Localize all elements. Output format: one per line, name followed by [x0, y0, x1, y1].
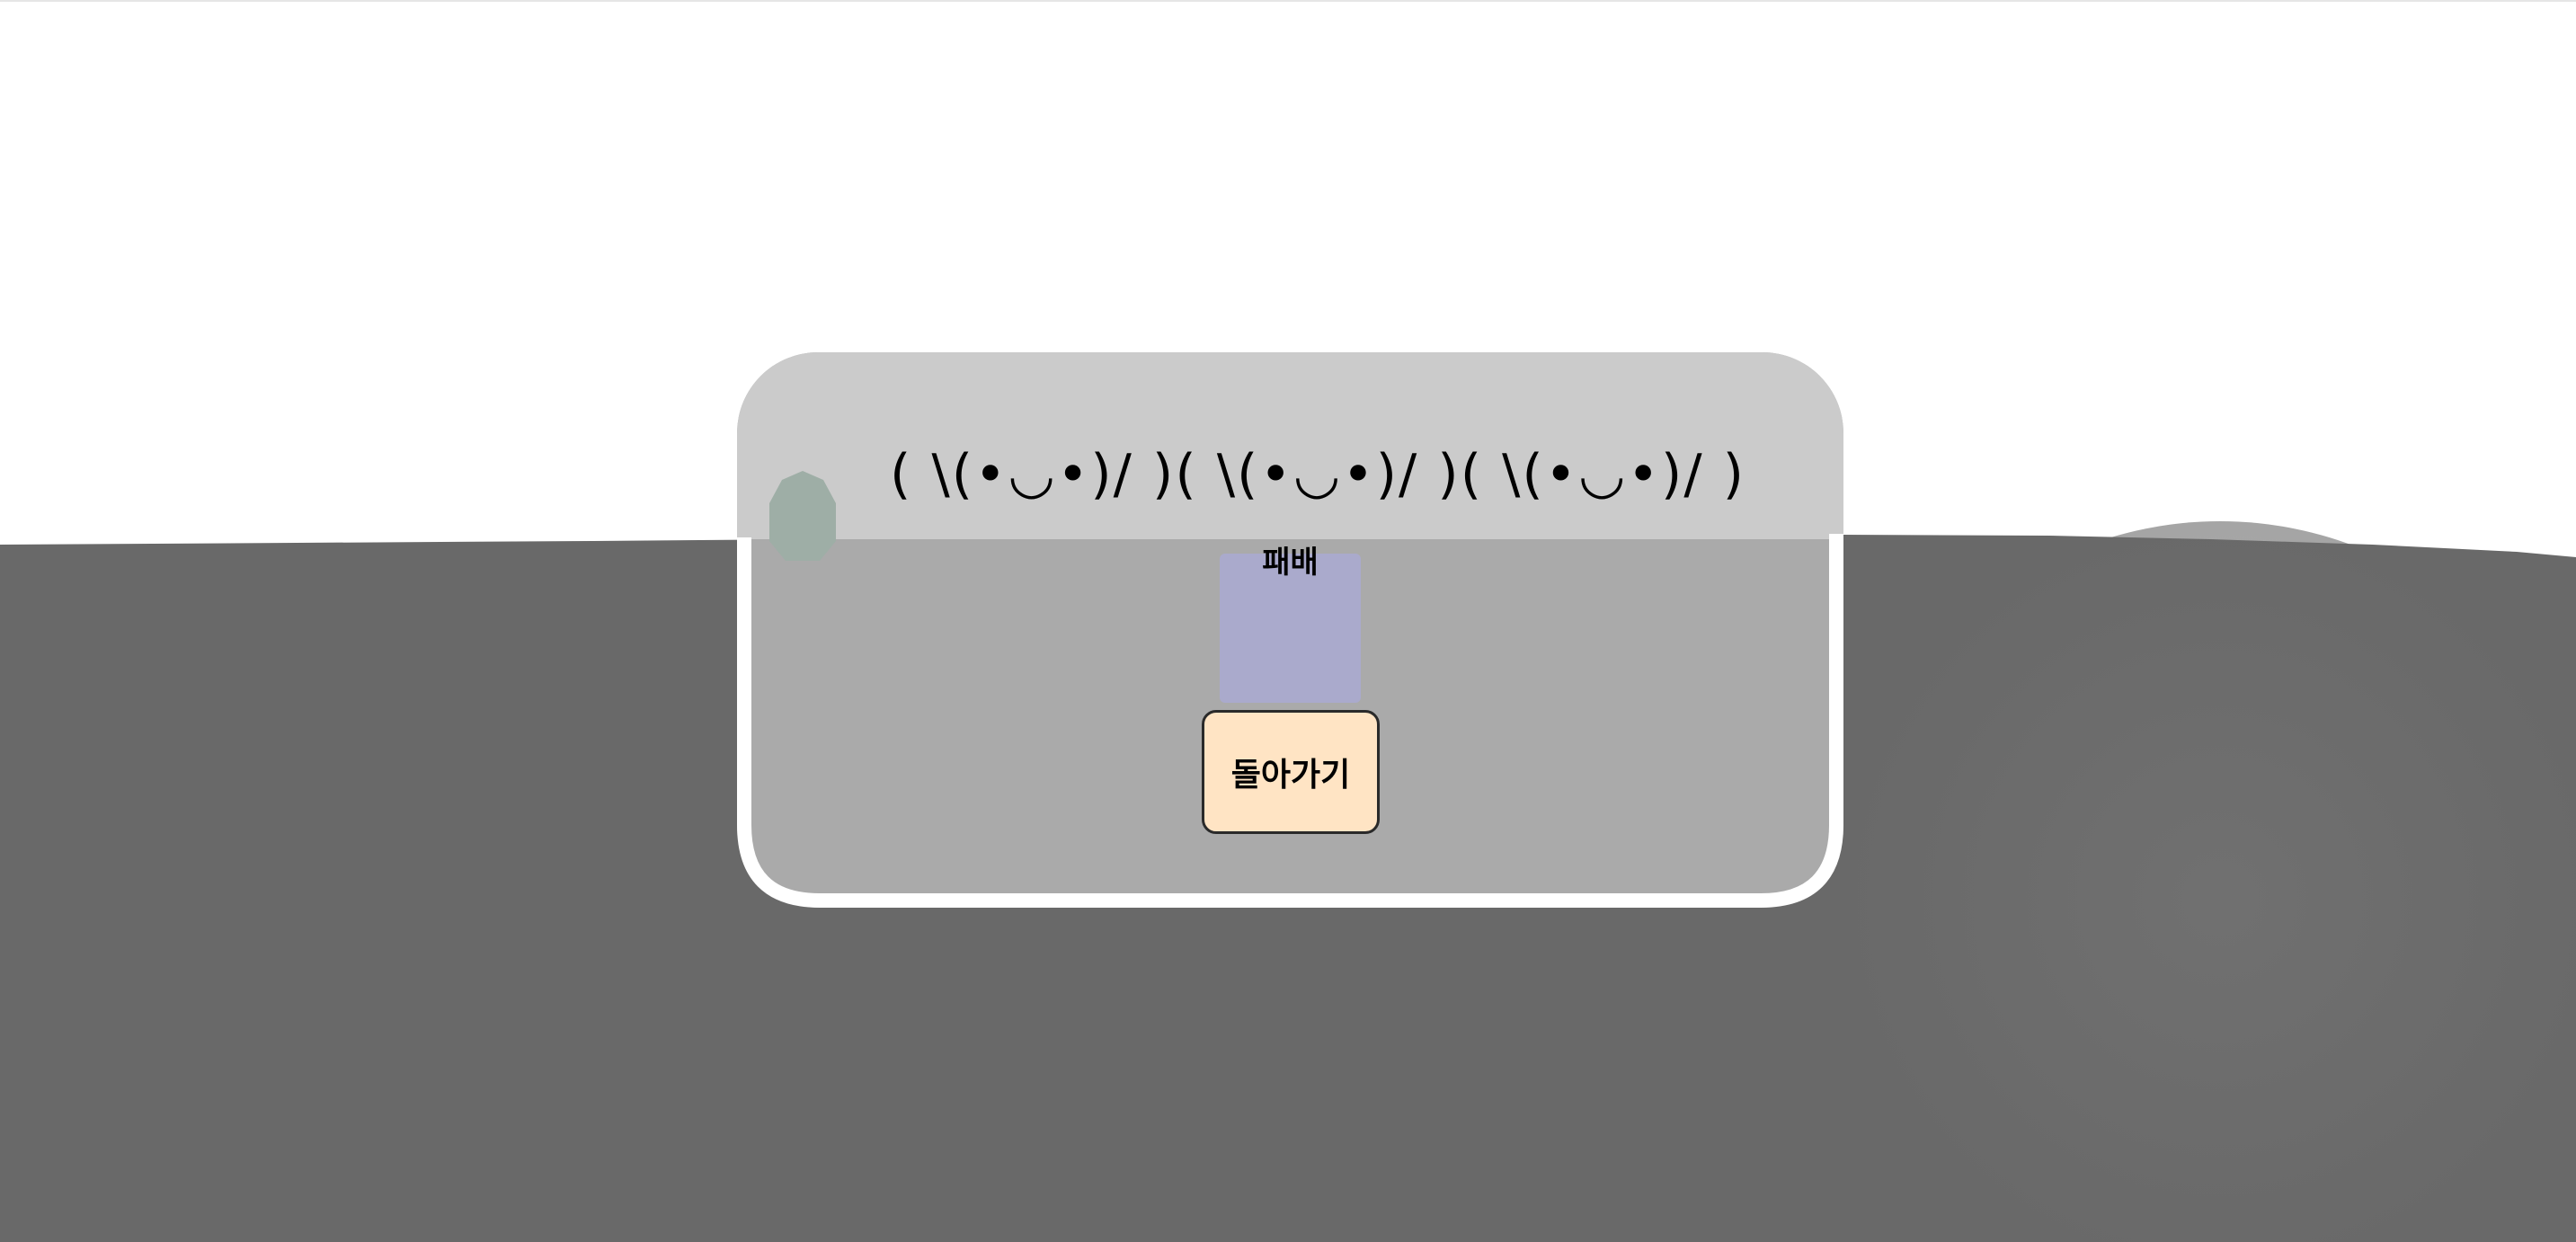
kaomoji-2: ( \(•◡•)/ ): [1175, 443, 1461, 506]
kaomoji-1: ( \(•◡•)/ ): [890, 443, 1176, 506]
back-button[interactable]: 돌아가기: [1202, 710, 1380, 834]
kaomoji-3: ( \(•◡•)/ ): [1460, 443, 1746, 506]
kaomoji-row: ( \(•◡•)/ ) ( \(•◡•)/ ) ( \(•◡•)/ ): [890, 439, 1744, 510]
status-label: 패배: [1262, 545, 1319, 581]
home-badge-icon: [769, 471, 836, 561]
game-scene: ( \(•◡•)/ ) ( \(•◡•)/ ) ( \(•◡•)/ ) 패배 돌…: [0, 0, 2576, 1242]
